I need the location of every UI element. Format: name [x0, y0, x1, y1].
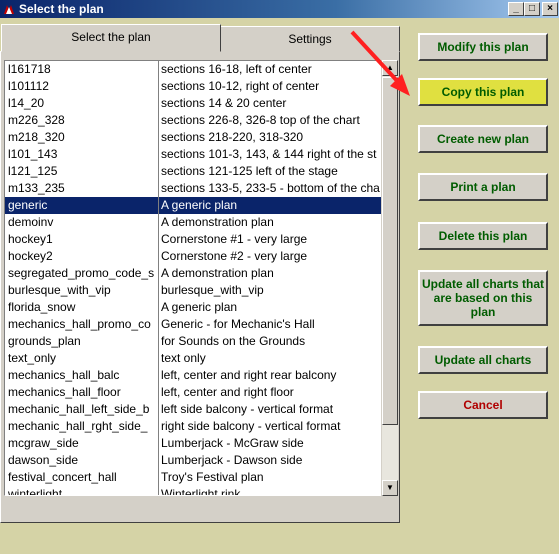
- window-title: Select the plan: [19, 2, 104, 16]
- copy-plan-button[interactable]: Copy this plan: [418, 78, 548, 106]
- list-item[interactable]: l121_125 sections 121-125 left of the sta…: [5, 163, 383, 180]
- plan-name: l101_143: [8, 146, 159, 163]
- list-item[interactable]: l14_20 sections 14 & 20 center: [5, 95, 383, 112]
- plan-name: l14_20: [8, 95, 159, 112]
- list-item[interactable]: m226_328 sections 226-8, 326-8 top of the…: [5, 112, 383, 129]
- plan-name: florida_snow: [8, 299, 159, 316]
- list-scrollbar[interactable]: ▲ ▼: [381, 60, 398, 496]
- plan-name: l121_125: [8, 163, 159, 180]
- list-item[interactable]: mechanics_hall_floor left, center and rig…: [5, 384, 383, 401]
- plan-name: grounds_plan: [8, 333, 159, 350]
- annotation-arrow-icon: [350, 30, 410, 96]
- plan-name: hockey1: [8, 231, 159, 248]
- list-item[interactable]: winterlight Winterlight rink: [5, 486, 383, 496]
- plan-description: left side balcony - vertical format: [161, 402, 334, 416]
- cancel-button[interactable]: Cancel: [418, 391, 548, 419]
- plan-description: right side balcony - vertical format: [161, 419, 341, 433]
- list-item[interactable]: mcgraw_side Lumberjack - McGraw side: [5, 435, 383, 452]
- list-item[interactable]: mechanics_hall_promo_co Generic - for Mec…: [5, 316, 383, 333]
- plan-description: burlesque_with_vip: [161, 283, 264, 297]
- list-item[interactable]: l101_143 sections 101-3, 143, & 144 right…: [5, 146, 383, 163]
- plan-name: segregated_promo_code_s: [8, 265, 159, 282]
- plan-description: for Sounds on the Grounds: [161, 334, 306, 348]
- plan-name: demoinv: [8, 214, 159, 231]
- list-item[interactable]: grounds_plan for Sounds on the Grounds: [5, 333, 383, 350]
- plan-description: Cornerstone #1 - very large: [161, 232, 308, 246]
- plan-description: Winterlight rink: [161, 487, 241, 496]
- plan-description: Lumberjack - McGraw side: [161, 436, 304, 450]
- list-item[interactable]: demoinv A demonstration plan: [5, 214, 383, 231]
- list-item[interactable]: m218_320 sections 218-220, 318-320: [5, 129, 383, 146]
- print-plan-button[interactable]: Print a plan: [418, 173, 548, 201]
- plan-description: Generic - for Mechanic's Hall: [161, 317, 315, 331]
- scroll-down-icon[interactable]: ▼: [382, 480, 398, 496]
- dialog-client: Select the plan Settings l161718 sections…: [0, 18, 559, 554]
- list-item[interactable]: mechanic_hall_left_side_b left side balco…: [5, 401, 383, 418]
- list-item[interactable]: segregated_promo_code_s A demonstration p…: [5, 265, 383, 282]
- list-item[interactable]: mechanic_hall_rght_side_ right side balco…: [5, 418, 383, 435]
- update-all-charts-button[interactable]: Update all charts: [418, 346, 548, 374]
- create-plan-button[interactable]: Create new plan: [418, 125, 548, 153]
- list-item[interactable]: florida_snow A generic plan: [5, 299, 383, 316]
- list-item[interactable]: burlesque_with_vip burlesque_with_vip: [5, 282, 383, 299]
- list-item[interactable]: text_only text only: [5, 350, 383, 367]
- close-button[interactable]: ×: [542, 2, 558, 16]
- tab-select-plan[interactable]: Select the plan: [1, 24, 221, 52]
- plan-description: sections 218-220, 318-320: [161, 130, 304, 144]
- maximize-button[interactable]: □: [524, 2, 540, 16]
- plan-name: text_only: [8, 350, 159, 367]
- plan-name: dawson_side: [8, 452, 159, 469]
- plan-list[interactable]: l161718 sections 16-18, left of center l10…: [4, 60, 384, 496]
- list-item[interactable]: festival_concert_hall Troy's Festival pla…: [5, 469, 383, 486]
- plan-description: A generic plan: [161, 300, 238, 314]
- plan-name: mechanics_hall_balc: [8, 367, 159, 384]
- minimize-button[interactable]: _: [508, 2, 524, 16]
- list-item[interactable]: l101112 sections 10-12, right of center: [5, 78, 383, 95]
- plan-description: Troy's Festival plan: [161, 470, 264, 484]
- plan-name: burlesque_with_vip: [8, 282, 159, 299]
- plan-name: mcgraw_side: [8, 435, 159, 452]
- plan-name: l161718: [8, 61, 159, 78]
- plan-name: m133_235: [8, 180, 159, 197]
- plan-name: m226_328: [8, 112, 159, 129]
- plan-description: sections 101-3, 143, & 144 right of the …: [161, 147, 377, 161]
- plan-name: generic: [8, 197, 159, 214]
- plan-description: left, center and right rear balcony: [161, 368, 337, 382]
- plan-description: A generic plan: [161, 198, 238, 212]
- plan-description: left, center and right floor: [161, 385, 294, 399]
- plan-name: l101112: [8, 78, 159, 95]
- plan-name: mechanic_hall_left_side_b: [8, 401, 159, 418]
- plan-name: hockey2: [8, 248, 159, 265]
- plan-description: Cornerstone #2 - very large: [161, 249, 308, 263]
- plan-description: text only: [161, 351, 206, 365]
- list-item[interactable]: l161718 sections 16-18, left of center: [5, 61, 383, 78]
- list-item[interactable]: hockey1 Cornerstone #1 - very large: [5, 231, 383, 248]
- list-item[interactable]: dawson_side Lumberjack - Dawson side: [5, 452, 383, 469]
- plan-name: mechanics_hall_promo_co: [8, 316, 159, 333]
- plan-name: m218_320: [8, 129, 159, 146]
- plan-description: Lumberjack - Dawson side: [161, 453, 303, 467]
- plan-name: winterlight: [8, 486, 159, 495]
- plan-name: festival_concert_hall: [8, 469, 159, 486]
- plan-description: sections 226-8, 326-8 top of the chart: [161, 113, 360, 127]
- plan-description: A demonstration plan: [161, 215, 274, 229]
- plan-description: sections 121-125 left of the stage: [161, 164, 338, 178]
- scroll-thumb[interactable]: [382, 77, 398, 425]
- app-icon: [4, 5, 14, 14]
- modify-plan-button[interactable]: Modify this plan: [418, 33, 548, 61]
- list-item[interactable]: m133_235 sections 133-5, 233-5 - bottom o…: [5, 180, 383, 197]
- list-item[interactable]: generic A generic plan: [5, 197, 383, 214]
- delete-plan-button[interactable]: Delete this plan: [418, 222, 548, 250]
- list-item[interactable]: mechanics_hall_balc left, center and righ…: [5, 367, 383, 384]
- plan-description: A demonstration plan: [161, 266, 274, 280]
- plan-name: mechanic_hall_rght_side_: [8, 418, 159, 435]
- plan-name: mechanics_hall_floor: [8, 384, 159, 401]
- list-item[interactable]: hockey2 Cornerstone #2 - very large: [5, 248, 383, 265]
- update-based-charts-button[interactable]: Update all charts that are based on this…: [418, 270, 548, 326]
- plan-description: sections 133-5, 233-5 - bottom of the ch…: [161, 181, 380, 195]
- title-bar: Select the plan _ □ ×: [0, 0, 559, 18]
